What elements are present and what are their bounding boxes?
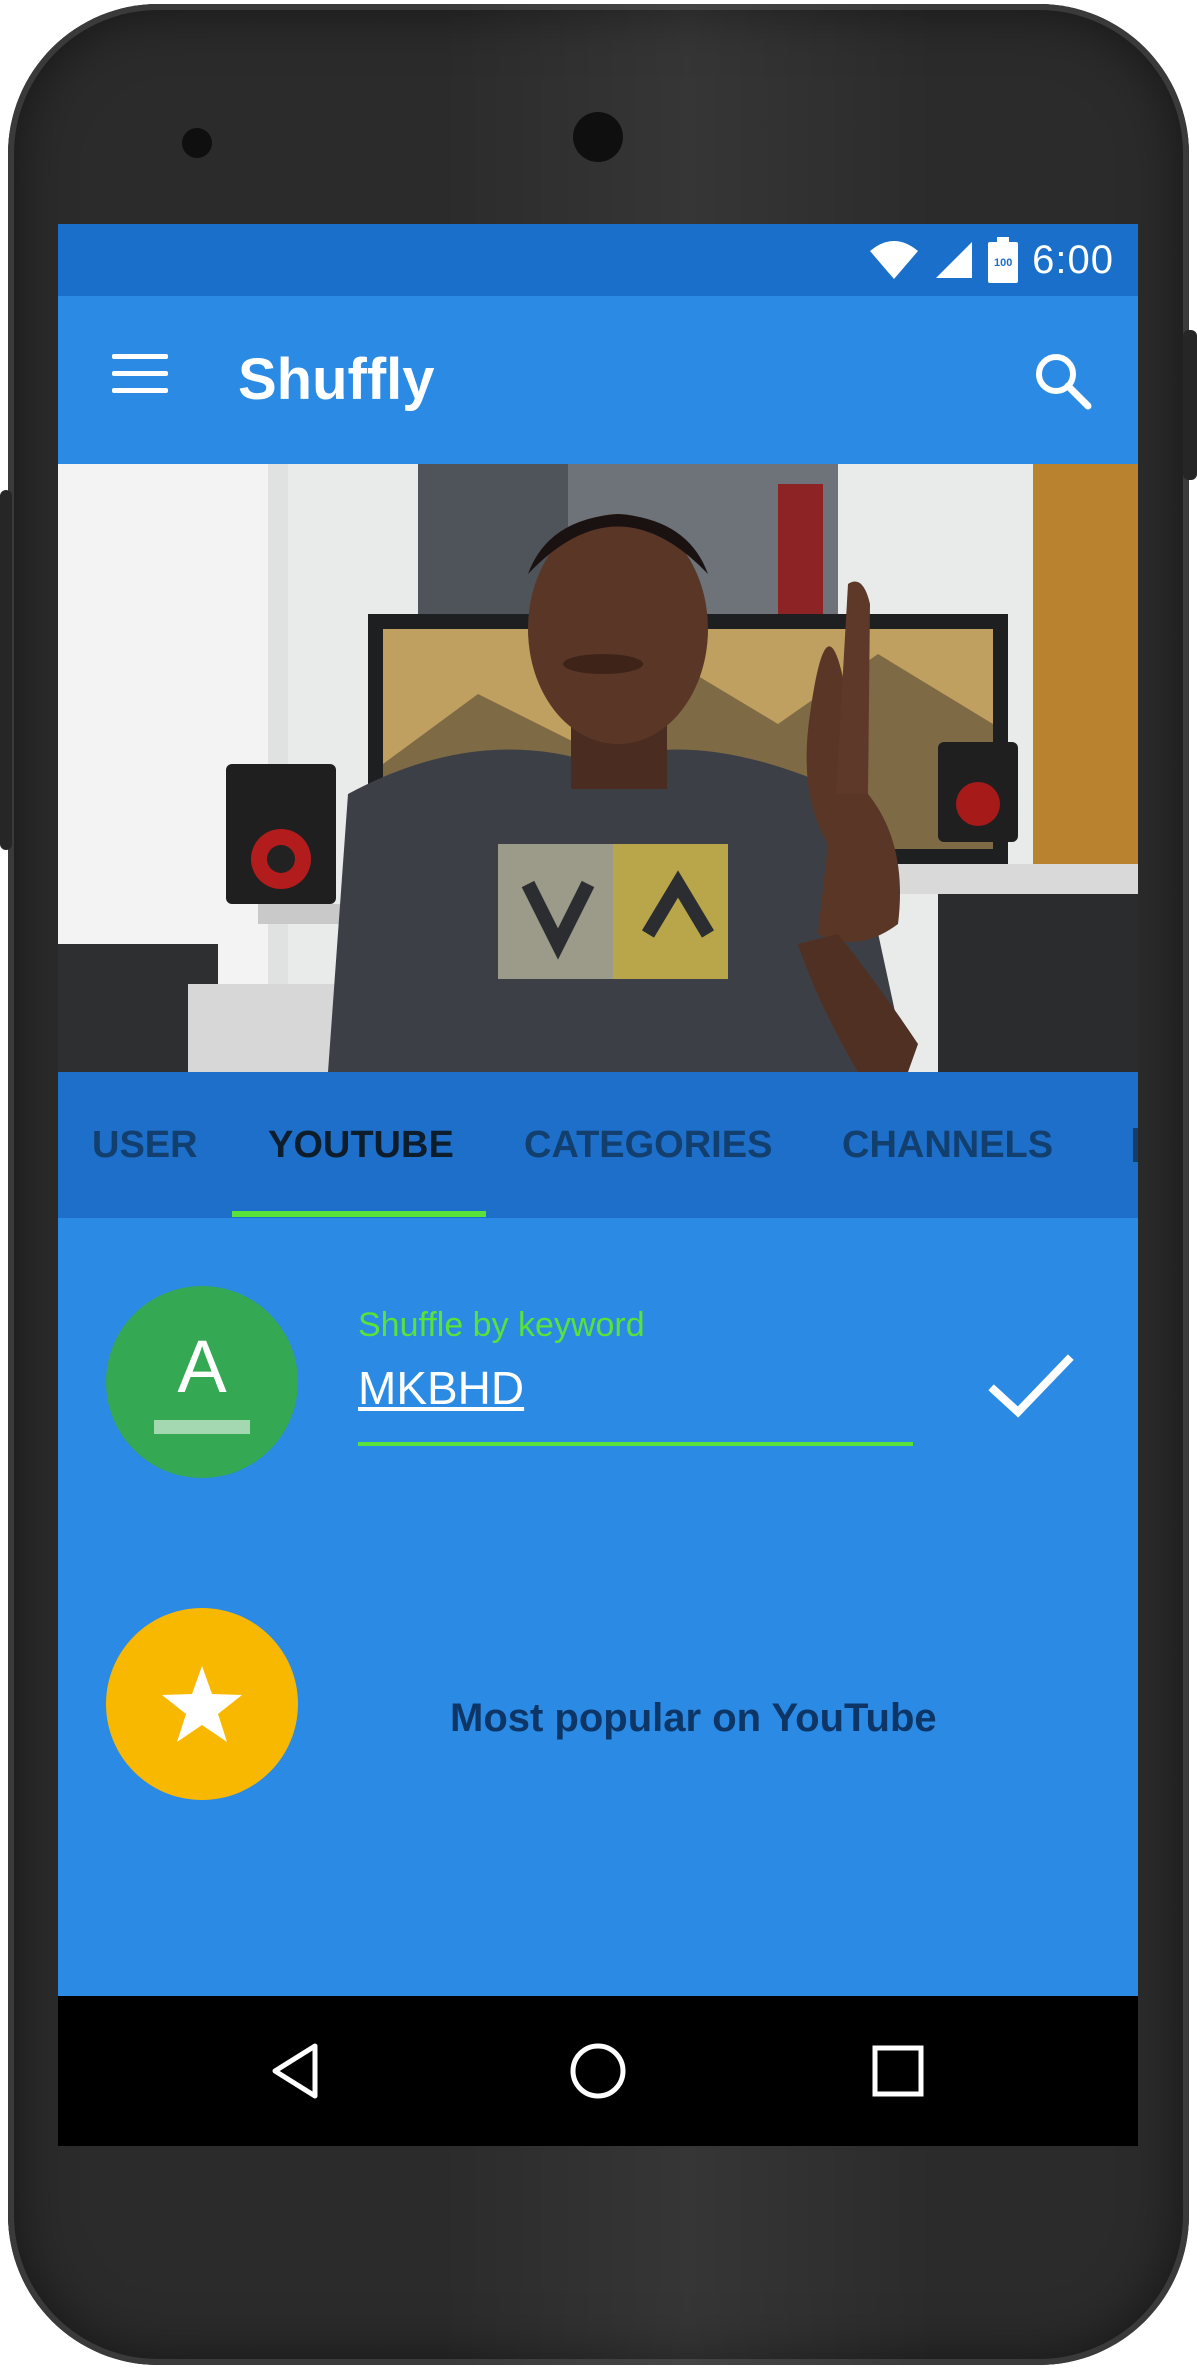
recents-square-icon[interactable] xyxy=(863,2036,933,2106)
wifi-icon xyxy=(870,241,919,279)
front-camera xyxy=(573,112,623,162)
keyword-hint-label: Shuffle by keyword xyxy=(358,1306,645,1344)
tab-overflow-edge xyxy=(1133,1128,1138,1162)
proximity-sensor xyxy=(182,128,212,158)
hero-video-thumbnail[interactable] xyxy=(58,464,1138,1072)
tab-youtube[interactable]: YOUTUBE xyxy=(268,1072,454,1218)
options-list: A Shuffle by keyword MKBHD Most popular … xyxy=(58,1218,1138,1996)
popular-avatar[interactable] xyxy=(106,1608,298,1800)
tab-categories[interactable]: CATEGORIES xyxy=(524,1072,772,1218)
star-icon xyxy=(162,1666,242,1742)
search-icon[interactable] xyxy=(1028,346,1098,416)
popular-option-label[interactable]: Most popular on YouTube xyxy=(450,1696,937,1741)
tab-bar: USER YOUTUBE CATEGORIES CHANNELS xyxy=(58,1072,1138,1218)
tab-user[interactable]: USER xyxy=(92,1072,198,1218)
system-navigation-bar xyxy=(58,1996,1138,2146)
clock: 6:00 xyxy=(1032,237,1114,282)
keyword-avatar: A xyxy=(106,1286,298,1478)
battery-level: 100 xyxy=(993,256,1013,269)
text-field-underline-icon xyxy=(154,1420,250,1434)
video-thumbnail-image xyxy=(58,464,1138,1072)
back-triangle-icon[interactable] xyxy=(263,2036,333,2106)
cell-signal-icon xyxy=(936,242,973,278)
home-circle-icon[interactable] xyxy=(563,2036,633,2106)
battery-icon: 100 xyxy=(988,237,1019,283)
power-button xyxy=(1183,330,1197,480)
tab-channels[interactable]: CHANNELS xyxy=(842,1072,1053,1218)
keyword-avatar-letter: A xyxy=(177,1325,227,1408)
screen: 100 6:00 Shuffly USER YOUTUBE CATEGORIES… xyxy=(58,224,1138,2146)
app-bar: Shuffly xyxy=(58,296,1138,464)
status-bar: 100 6:00 xyxy=(58,224,1138,296)
app-title: Shuffly xyxy=(238,347,435,412)
check-icon[interactable] xyxy=(988,1352,1074,1422)
keyword-input[interactable]: MKBHD xyxy=(358,1358,913,1446)
hamburger-menu-icon[interactable] xyxy=(112,354,168,398)
tab-indicator xyxy=(232,1211,486,1217)
volume-button xyxy=(0,490,12,850)
